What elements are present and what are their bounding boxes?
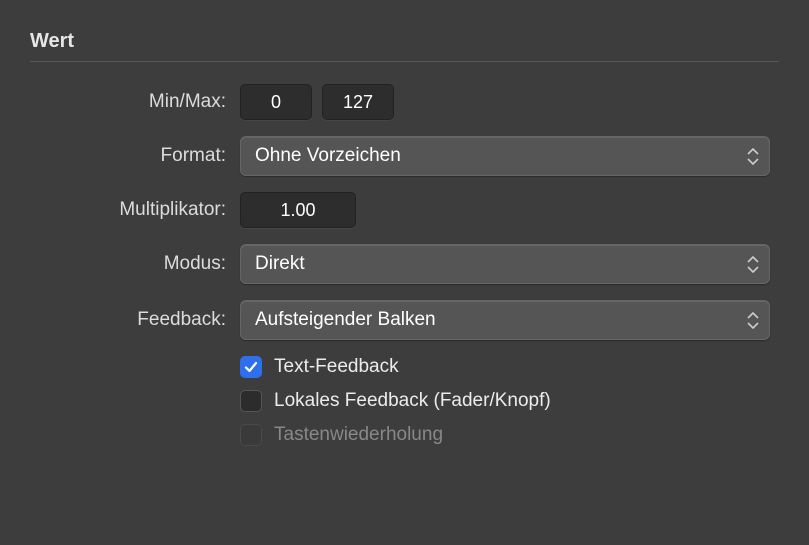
row-text-feedback: Text-Feedback — [240, 356, 779, 378]
text-feedback-checkbox[interactable] — [240, 356, 262, 378]
checkmark-icon — [244, 360, 258, 374]
lokales-feedback-checkbox[interactable] — [240, 390, 262, 412]
minmax-label: Min/Max: — [30, 91, 240, 113]
feedback-label: Feedback: — [30, 309, 240, 331]
lokales-feedback-label: Lokales Feedback (Fader/Knopf) — [274, 390, 551, 412]
section-divider — [30, 61, 779, 62]
row-format: Format: Ohne Vorzeichen — [30, 136, 779, 176]
tastenwiederholung-checkbox — [240, 424, 262, 446]
max-input[interactable] — [322, 84, 394, 120]
row-modus: Modus: Direkt — [30, 244, 779, 284]
format-label: Format: — [30, 145, 240, 167]
feedback-value: Aufsteigender Balken — [255, 309, 436, 331]
modus-value: Direkt — [255, 253, 305, 275]
row-lokales-feedback: Lokales Feedback (Fader/Knopf) — [240, 390, 779, 412]
row-tastenwiederholung: Tastenwiederholung — [240, 424, 779, 446]
min-input[interactable] — [240, 84, 312, 120]
row-feedback: Feedback: Aufsteigender Balken — [30, 300, 779, 340]
row-multiplikator: Multiplikator: — [30, 192, 779, 228]
modus-label: Modus: — [30, 253, 240, 275]
text-feedback-label: Text-Feedback — [274, 356, 399, 378]
format-select[interactable]: Ohne Vorzeichen — [240, 136, 770, 176]
format-value: Ohne Vorzeichen — [255, 145, 401, 167]
multiplikator-label: Multiplikator: — [30, 199, 240, 221]
multiplikator-input[interactable] — [240, 192, 356, 228]
section-title: Wert — [30, 30, 779, 53]
chevron-up-down-icon — [747, 254, 759, 274]
chevron-up-down-icon — [747, 310, 759, 330]
feedback-select[interactable]: Aufsteigender Balken — [240, 300, 770, 340]
row-minmax: Min/Max: — [30, 84, 779, 120]
tastenwiederholung-label: Tastenwiederholung — [274, 424, 443, 446]
chevron-up-down-icon — [747, 146, 759, 166]
modus-select[interactable]: Direkt — [240, 244, 770, 284]
